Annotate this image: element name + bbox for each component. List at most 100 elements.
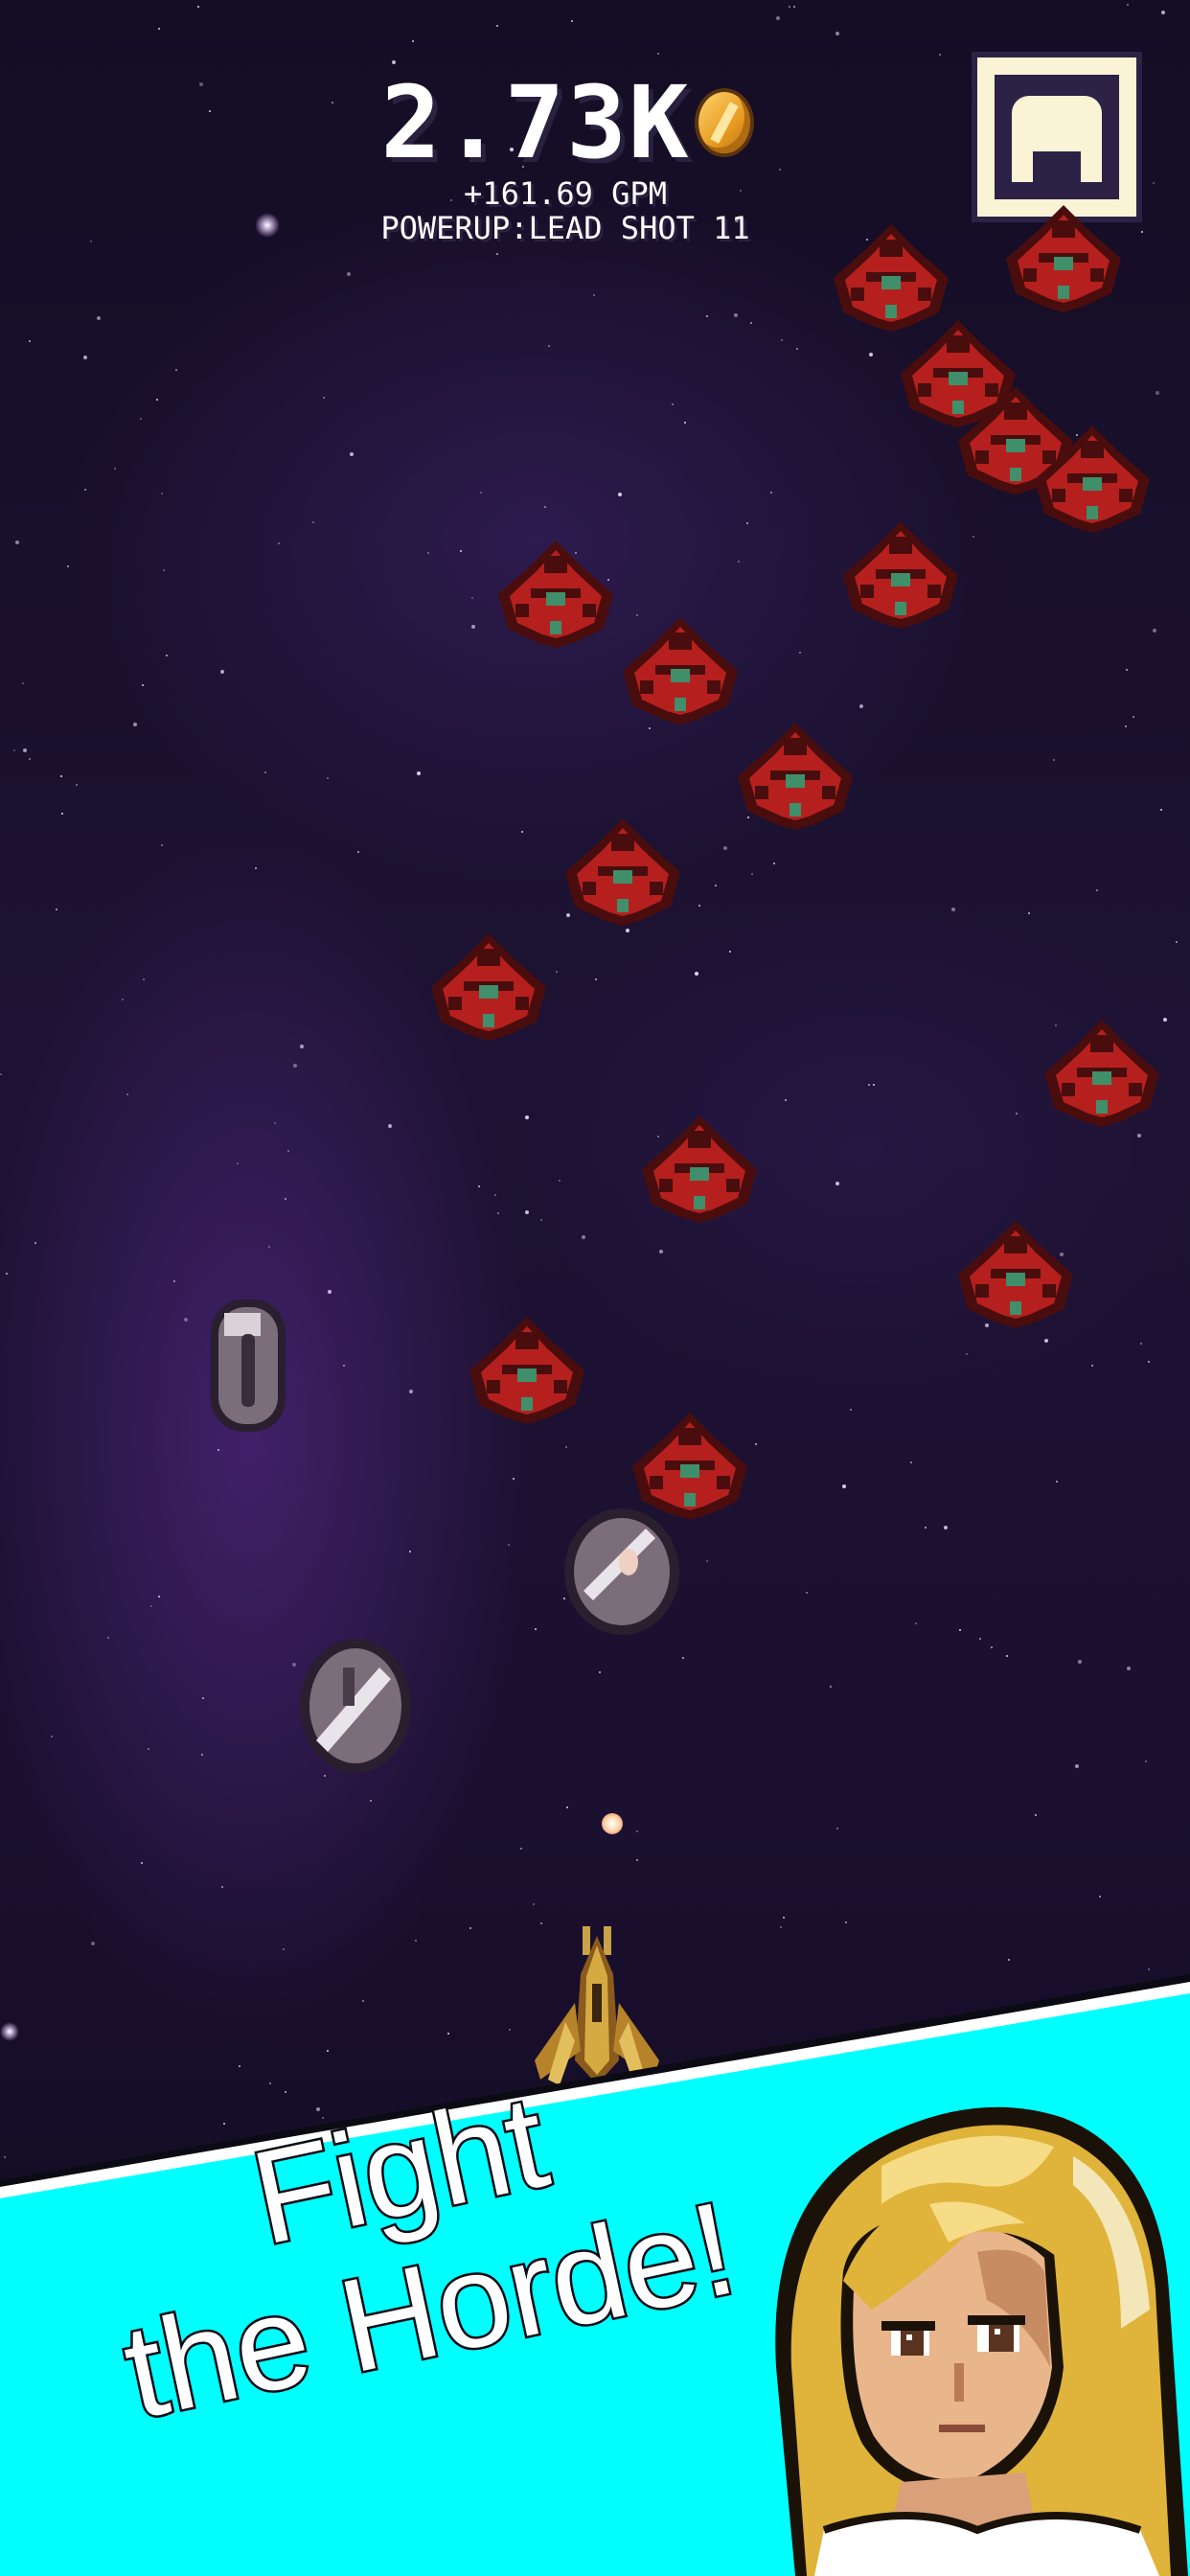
star (1161, 11, 1165, 14)
star (312, 521, 314, 523)
star (520, 1848, 522, 1850)
enemy-ship[interactable] (632, 1112, 767, 1227)
star (122, 999, 124, 1000)
star (1156, 391, 1159, 395)
star (1078, 1660, 1082, 1664)
star (566, 1806, 568, 1808)
armor-pickup[interactable] (560, 1505, 684, 1639)
star (142, 684, 144, 686)
star (83, 356, 87, 359)
star (29, 340, 31, 342)
star (1141, 231, 1143, 233)
star (300, 1045, 304, 1048)
star (287, 1150, 289, 1152)
star (684, 422, 686, 424)
enemy-ship[interactable] (489, 537, 623, 652)
star (201, 1754, 203, 1756)
star (1028, 912, 1030, 914)
star (783, 1917, 785, 1919)
enemy-ship[interactable] (996, 201, 1131, 316)
star (571, 20, 573, 22)
star (278, 542, 280, 544)
star (209, 110, 211, 112)
star (738, 561, 740, 563)
enemy-ship[interactable] (422, 930, 556, 1045)
star (197, 6, 199, 8)
star (698, 905, 700, 907)
enemy-ship[interactable] (728, 719, 862, 834)
star (1153, 629, 1156, 632)
star (460, 550, 462, 552)
star (415, 1940, 417, 1942)
star (845, 1921, 847, 1923)
star (593, 294, 595, 296)
armor-pickup[interactable] (203, 1294, 293, 1438)
star (148, 1748, 149, 1750)
star (84, 489, 86, 491)
star (107, 1637, 109, 1639)
star (61, 813, 63, 815)
star (781, 339, 783, 341)
enemy-ship[interactable] (949, 1217, 1083, 1332)
star (34, 1242, 36, 1244)
star (1053, 759, 1055, 761)
star (471, 625, 475, 629)
star (1133, 716, 1134, 718)
star (158, 28, 160, 30)
star (973, 536, 974, 538)
star (595, 978, 597, 980)
star (497, 1212, 499, 1214)
star (1176, 941, 1178, 943)
powerup-status: POWERUP:LEAD SHOT 11 (380, 210, 750, 246)
player-bullet (602, 1813, 623, 1834)
star (944, 1526, 948, 1530)
star (56, 908, 57, 910)
enemy-ship[interactable] (1035, 1016, 1169, 1131)
star (556, 971, 558, 973)
star (850, 1409, 852, 1411)
armor-pickup[interactable] (297, 1635, 414, 1777)
star (799, 652, 801, 654)
star (409, 1390, 413, 1393)
star (925, 1527, 927, 1529)
star (1016, 1113, 1018, 1115)
star (835, 32, 839, 35)
star (806, 1592, 808, 1594)
shop-menu-button[interactable] (972, 52, 1142, 222)
star (966, 1353, 968, 1355)
star (951, 908, 955, 911)
star (873, 1084, 875, 1086)
star (22, 682, 24, 684)
star (370, 1800, 372, 1802)
star (60, 775, 62, 777)
star (1044, 1339, 1048, 1343)
star (427, 552, 429, 554)
star (636, 1859, 638, 1861)
enemy-ship[interactable] (834, 518, 968, 632)
star (255, 867, 257, 869)
star (283, 1948, 285, 1950)
star (15, 540, 19, 544)
star (565, 1446, 567, 1448)
star (1008, 1959, 1010, 1961)
star (285, 1198, 286, 1200)
star (156, 399, 158, 401)
star (217, 1449, 219, 1451)
star (471, 597, 473, 599)
star (636, 1830, 638, 1832)
star (939, 54, 941, 56)
star (869, 353, 873, 356)
enemy-ship[interactable] (613, 613, 747, 728)
enemy-ship[interactable] (460, 1313, 594, 1428)
enemy-ship[interactable] (556, 815, 690, 930)
star (1127, 1667, 1131, 1670)
enemy-ship[interactable] (1025, 422, 1159, 537)
star (327, 777, 329, 779)
star (835, 1182, 839, 1185)
star (292, 1663, 296, 1667)
star (836, 1828, 838, 1829)
star (67, 565, 69, 567)
star (618, 493, 622, 496)
star (184, 1318, 188, 1322)
star (133, 723, 137, 726)
